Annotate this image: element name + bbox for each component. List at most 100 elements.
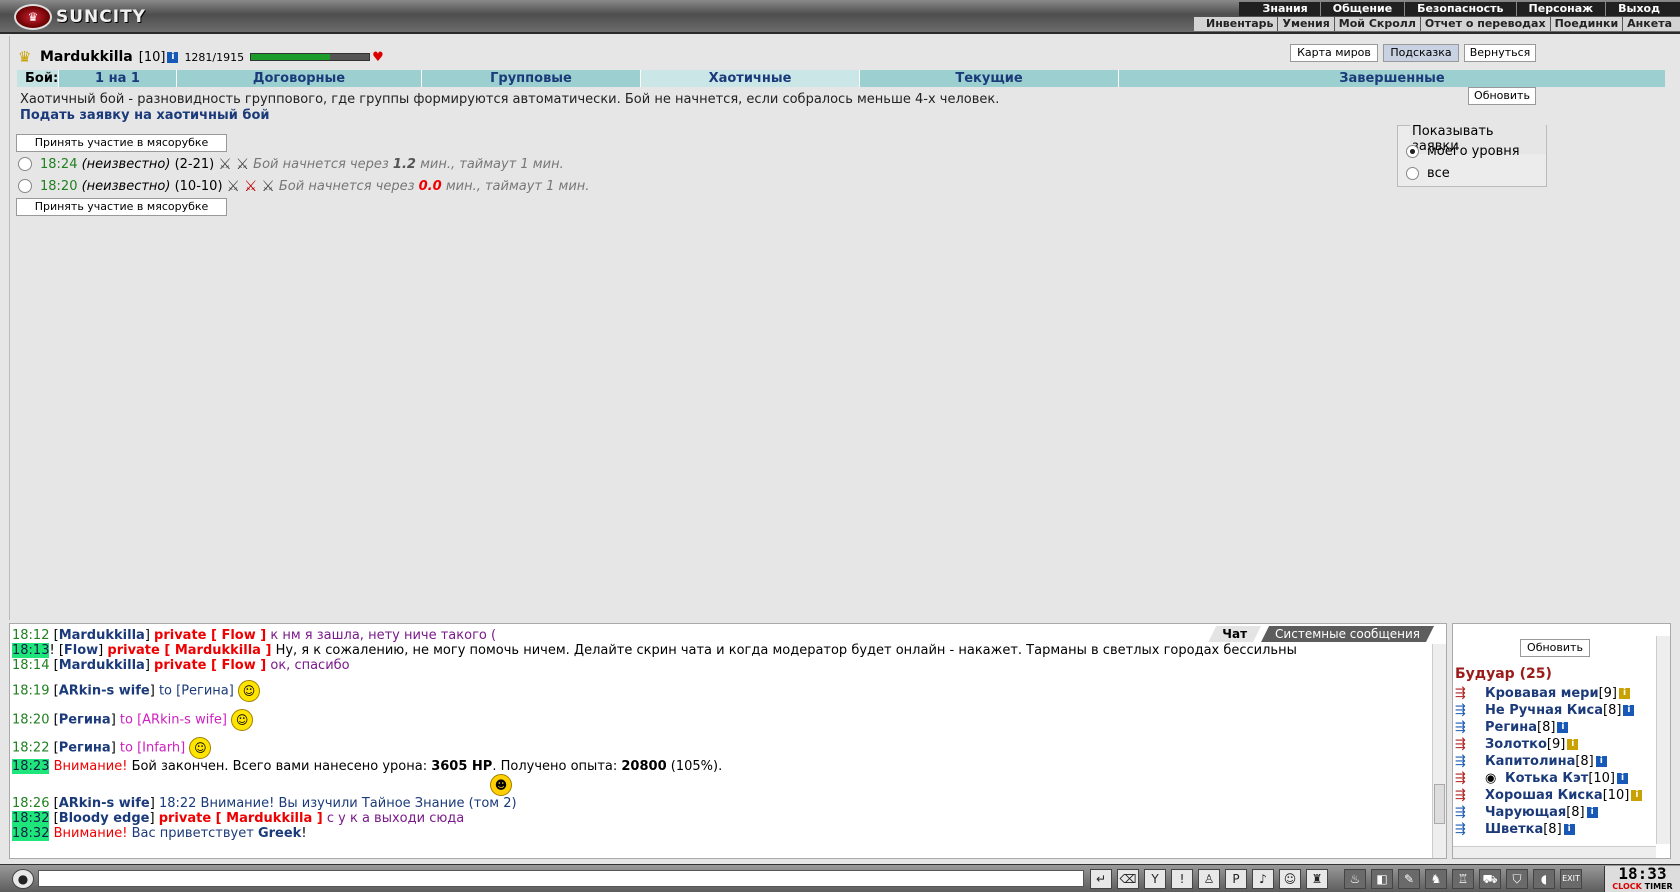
menu-inventory[interactable]: Инвентарь — [1202, 17, 1279, 31]
world-map-button[interactable]: Карта миров — [1290, 44, 1378, 62]
crown-icon: ♛ — [18, 48, 32, 66]
tab-finished[interactable]: Завершенные — [1118, 70, 1665, 87]
tab-agreed[interactable]: Договорные — [176, 70, 421, 87]
chat-input[interactable] — [38, 870, 1084, 887]
shield-icon[interactable]: ⛉ — [1506, 869, 1528, 889]
sound-icon[interactable]: ♪ — [1252, 869, 1274, 889]
info-icon[interactable]: i — [167, 51, 179, 63]
bottom-bar: ● ↵ ⌫ Y ! ♙ P ♪ ☺ ♜ ♨ ◧ ✎ ♞ ♖ ⛟ ⛉ ◖ EXIT… — [0, 864, 1680, 892]
menu-exit[interactable]: Выход — [1606, 2, 1672, 16]
clock-time: 18:33 — [1618, 864, 1667, 883]
person-icon[interactable]: ♙ — [1198, 869, 1220, 889]
character-name[interactable]: Mardukkilla — [40, 49, 133, 65]
cart-icon[interactable]: ⛟ — [1479, 869, 1501, 889]
room-panel: Обновить Будуар (25) ⇶ Кровавая мери [9] i … — [1452, 623, 1671, 859]
chat-mode-icon[interactable]: ● — [12, 869, 34, 889]
info-icon[interactable]: i — [1623, 705, 1635, 716]
crossed-swords-icon: ⚔ — [226, 177, 240, 195]
castle-icon[interactable]: ♖ — [1452, 869, 1474, 889]
user-list-item[interactable]: ⇶ Чарующая [8] i — [1455, 804, 1598, 821]
tab-current[interactable]: Текущие — [859, 70, 1118, 87]
menu-my-scroll[interactable]: Мой Скролл — [1335, 17, 1421, 31]
join-button-top[interactable]: Принять участие в мясорубке — [16, 134, 227, 152]
eye-icon: ◉ — [1485, 771, 1497, 786]
user-list-item[interactable]: ⇶ ◉ Котька Кэт [10] i — [1455, 770, 1628, 787]
battle-radio[interactable] — [18, 157, 32, 171]
eraser-icon[interactable]: ⌫ — [1117, 869, 1139, 889]
battle-status: Бой начнется через 0.0 мин., таймаут 1 м… — [278, 178, 590, 194]
back-button[interactable]: Вернуться — [1464, 44, 1536, 62]
option-my-level[interactable]: моего уровня — [1406, 144, 1520, 159]
chat-tabs: Чат Системные сообщения — [1208, 626, 1434, 642]
chat-scroll-thumb[interactable] — [1434, 784, 1445, 824]
scroll-icon[interactable]: ✎ — [1398, 869, 1420, 889]
info-icon[interactable]: i — [1586, 807, 1598, 818]
room-refresh-button[interactable]: Обновить — [1520, 639, 1590, 657]
battle-who: (неизвестно) — [81, 178, 171, 194]
user-list-item[interactable]: ⇶ Капитолина [8] i — [1455, 753, 1607, 770]
smile-wave-icon: ☺ — [189, 737, 212, 759]
logo[interactable]: ♛ SUNCITY — [14, 4, 146, 30]
battle-levels: (10-10) — [174, 178, 223, 194]
info-icon[interactable]: i — [1617, 773, 1628, 784]
user-list-item[interactable]: ⇶ Золотко [9] i — [1455, 736, 1579, 753]
user-list-item[interactable]: ⇶ Хорошая Киска [10] i — [1455, 787, 1643, 804]
chat-panel: Чат Системные сообщения 18:12 [Mardukkil… — [9, 623, 1447, 859]
main-panel: ♛ Mardukkilla [10] i 1281/1915 ♥ Карта м… — [9, 36, 1671, 620]
info-icon[interactable]: i — [1595, 756, 1607, 767]
join-button-bottom[interactable]: Принять участие в мясорубке — [16, 198, 227, 216]
chat-emote: ☻ — [490, 774, 512, 796]
menu-transfer-report[interactable]: Отчет о переводах — [1421, 17, 1551, 31]
exit-door-icon[interactable]: EXIT — [1560, 869, 1582, 889]
battle-radio[interactable] — [18, 179, 32, 193]
info-icon[interactable]: i — [1557, 722, 1569, 733]
clock[interactable]: 18:33 CLOCK TIMER — [1604, 866, 1680, 892]
info-icon[interactable]: i — [1563, 824, 1575, 835]
helmet-icon[interactable]: ♜ — [1306, 869, 1328, 889]
info-icon[interactable]: i — [1567, 739, 1579, 750]
menu-skills[interactable]: Умения — [1278, 17, 1335, 31]
chat-bubble-icon[interactable]: ◖ — [1533, 869, 1555, 889]
chat-scrollbar[interactable] — [1432, 644, 1446, 858]
emoticon-icon[interactable]: ☺ — [1279, 869, 1301, 889]
submit-request-link[interactable]: Подать заявку на хаотичный бой — [20, 108, 270, 123]
smiles-icon[interactable]: ! — [1171, 869, 1193, 889]
menu-security[interactable]: Безопасность — [1405, 2, 1517, 16]
crossed-swords-icon: ⚔ — [261, 177, 275, 195]
menu-communication[interactable]: Общение — [1321, 2, 1406, 16]
info-icon[interactable]: i — [1619, 688, 1631, 699]
tab-1v1[interactable]: 1 на 1 — [58, 70, 176, 87]
menu-character[interactable]: Персонаж — [1517, 2, 1607, 16]
translit-icon[interactable]: P — [1225, 869, 1247, 889]
map-icon[interactable]: ◧ — [1371, 869, 1393, 889]
user-list-item[interactable]: ⇶ Не Ручная Киса [8] i — [1455, 702, 1635, 719]
tab-chat[interactable]: Чат — [1208, 626, 1261, 642]
user-list-item[interactable]: ⇶ Регина [8] i — [1455, 719, 1569, 736]
arrow-icon: ⇶ — [1455, 754, 1466, 769]
filter-icon[interactable]: Y — [1144, 869, 1166, 889]
menu-knowledge[interactable]: Знания — [1251, 2, 1321, 16]
radio-my-level[interactable] — [1406, 145, 1419, 158]
arrow-icon: ⇶ — [1455, 720, 1466, 735]
enter-icon[interactable]: ↵ — [1090, 869, 1112, 889]
room-scrollbar[interactable] — [1656, 636, 1670, 844]
user-list-item[interactable]: ⇶ Шветка [8] i — [1455, 821, 1575, 838]
tab-chaotic[interactable]: Хаотичные — [640, 70, 859, 87]
refresh-button[interactable]: Обновить — [1468, 87, 1536, 105]
chat-message: 18:13! [Flow] private [ Mardukkilla ] Ну… — [12, 643, 1297, 658]
option-all[interactable]: все — [1406, 166, 1450, 181]
potion-icon[interactable]: ♨ — [1344, 869, 1366, 889]
room-hscrollbar[interactable] — [1453, 846, 1656, 858]
hint-button[interactable]: Подсказка — [1383, 44, 1459, 62]
top-menu-secondary: Инвентарь Умения Мой Скролл Отчет о пере… — [1194, 17, 1680, 31]
battle-status: Бой начнется через 1.2 мин., таймаут 1 м… — [253, 156, 564, 172]
armor-icon[interactable]: ♞ — [1425, 869, 1447, 889]
tab-group[interactable]: Групповые — [421, 70, 640, 87]
user-list-item[interactable]: ⇶ Кровавая мери [9] i — [1455, 685, 1631, 702]
tab-system-messages[interactable]: Системные сообщения — [1261, 626, 1434, 642]
menu-duels[interactable]: Поединки — [1551, 17, 1624, 31]
menu-profile[interactable]: Анкета — [1623, 17, 1676, 31]
info-icon[interactable]: i — [1631, 790, 1643, 801]
radio-all[interactable] — [1406, 167, 1419, 180]
chat-message: 18:20 [Регина] to [ARkin-s wife] ☺ — [12, 709, 254, 731]
